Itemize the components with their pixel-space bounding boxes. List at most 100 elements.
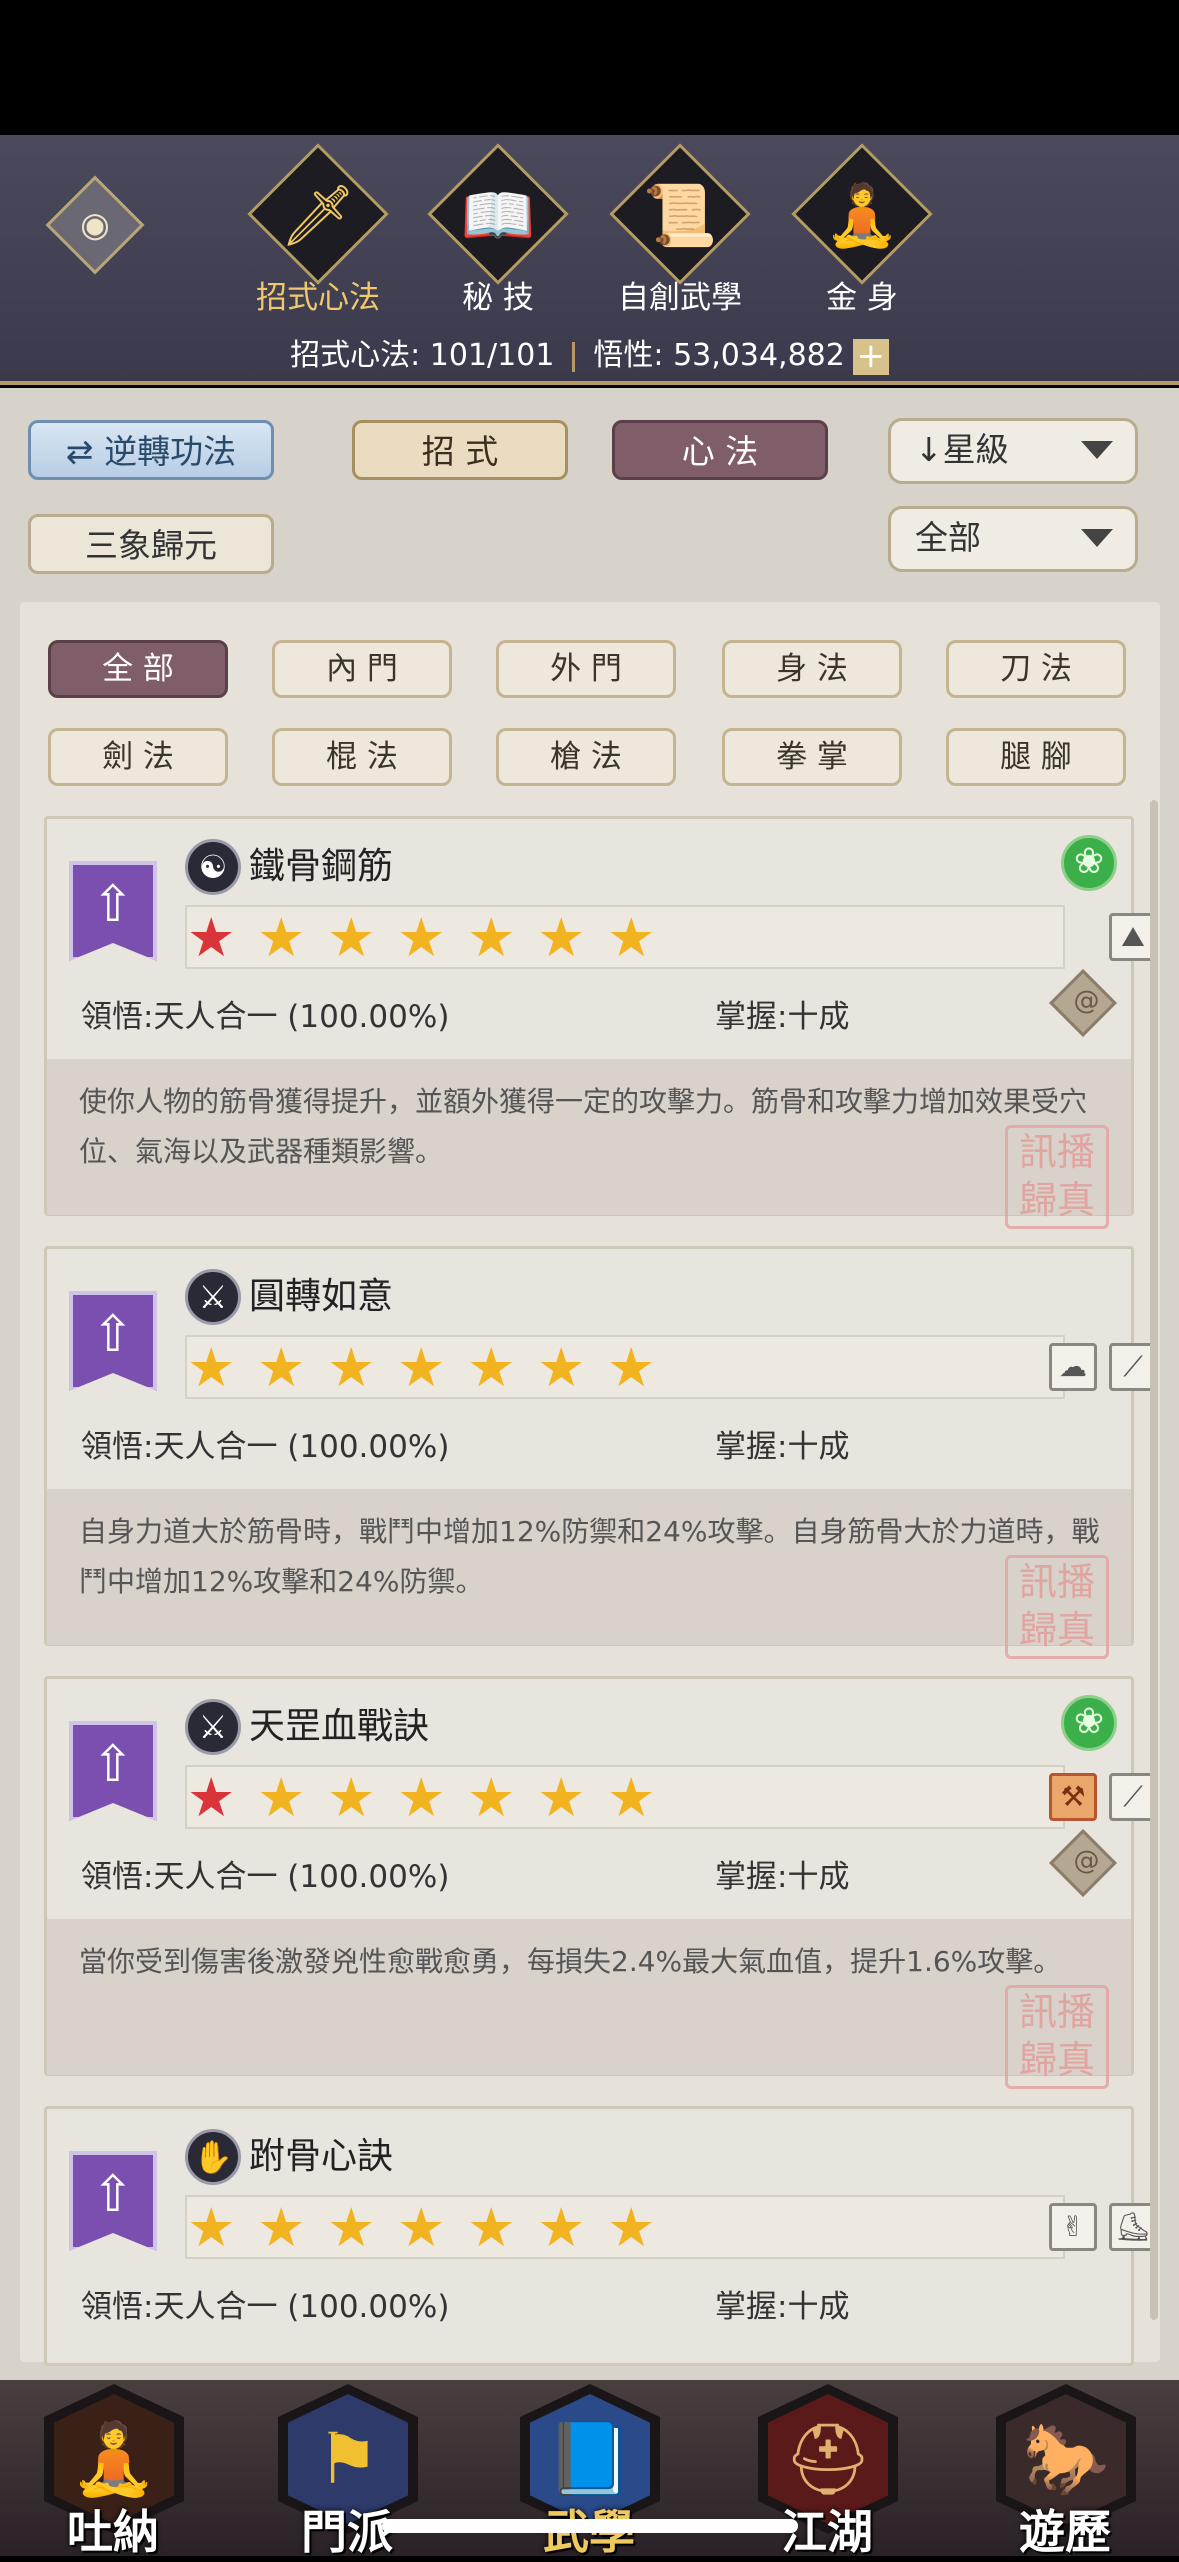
insight-points: 悟性: 53,034,882: [593, 338, 845, 373]
star-icon: ★: [467, 2196, 516, 2259]
star-icon: ★: [467, 906, 516, 969]
cycle-icon[interactable]: ❀: [1061, 835, 1117, 891]
spear-icon: ⚔: [185, 1269, 241, 1325]
reverse-label: 逆轉功法: [104, 432, 237, 471]
chevron-down-icon: [1081, 529, 1113, 547]
upgrade-banner[interactable]: ⇧: [69, 1721, 157, 1821]
insight-text: 領悟:天人合一 (100.00%): [81, 999, 450, 1035]
filter-all[interactable]: 全 部: [48, 640, 228, 698]
insight-text: 領悟:天人合一 (100.00%): [81, 1859, 450, 1895]
progress-count: 招式心法: 101/101: [290, 338, 555, 373]
divider: [572, 341, 576, 372]
tab-golden-body[interactable]: 🧘 金 身: [790, 143, 933, 322]
filter-outer[interactable]: 外 門: [496, 640, 676, 698]
skill-card[interactable]: ⇧ ⚔ 天罡血戰訣 ❀ ★ ★ ★ ★ ★ ★ ★ ⚒ ⟋ 領悟:天人合一 (1…: [44, 1676, 1157, 2089]
arrow-up-icon: ⇧: [92, 2165, 134, 2223]
mastery-text: 掌握:十成: [715, 2289, 850, 2325]
skill-name: 跗骨心訣: [249, 2136, 394, 2177]
tab-self-created[interactable]: 📜 自創武學: [608, 143, 751, 322]
book-icon: 📖: [460, 181, 536, 251]
filter-leg[interactable]: 腿 腳: [946, 728, 1126, 786]
chevron-down-icon: [1081, 441, 1113, 459]
star-icon: ★: [537, 1336, 586, 1399]
filter-spear[interactable]: 槍 法: [496, 728, 676, 786]
filter-blade[interactable]: 刀 法: [946, 640, 1126, 698]
upgrade-banner[interactable]: ⇧: [69, 861, 157, 961]
nav-label: 吐納: [67, 2505, 159, 2559]
tab-mind[interactable]: 心 法: [612, 420, 828, 480]
category-label: 全部: [915, 518, 981, 557]
seal-stamp: 訊播 歸真: [1005, 1555, 1109, 1659]
skill-description: 使你人物的筋骨獲得提升，並額外獲得一定的攻擊力。筋骨和攻擊力增加效果受穴位、氣海…: [79, 1085, 1088, 1168]
nav-label: 遊歷: [1019, 2505, 1111, 2559]
star-rating: ★ ★ ★ ★ ★ ★ ★ ⚒ ⟋: [185, 1765, 1157, 1829]
star-icon: ★: [607, 2196, 656, 2259]
arrow-up-icon: ⇧: [92, 875, 134, 933]
sort-label: ↓星級: [915, 430, 1009, 469]
arrow-up-icon: ⇧: [92, 1735, 134, 1793]
star-icon: ★: [327, 1336, 376, 1399]
seal-stamp: 訊播 歸真: [1005, 1125, 1109, 1229]
insight-text: 領悟:天人合一 (100.00%): [81, 1429, 450, 1465]
tab-label: 秘 技: [462, 280, 534, 316]
tab-moves-mind[interactable]: 🗡 招式心法: [246, 143, 389, 322]
star-icon: ★: [397, 1336, 446, 1399]
upgrade-banner[interactable]: ⇧: [69, 2151, 157, 2251]
swirl-type-icon[interactable]: ☁: [1049, 1343, 1097, 1391]
sword-icon: 🗡: [279, 181, 357, 251]
filter-inner[interactable]: 內 門: [272, 640, 452, 698]
preset-button[interactable]: 三象歸元: [28, 514, 274, 574]
arrow-up-icon: ⇧: [92, 1305, 134, 1363]
star-icon: ★: [537, 2196, 586, 2259]
skill-description: 自身力道大於筋骨時，戰鬥中增加12%防禦和24%攻擊。自身筋骨大於力道時，戰鬥中…: [79, 1515, 1100, 1598]
add-insight-button[interactable]: +: [852, 338, 889, 375]
tab-secret-skill[interactable]: 📖 秘 技: [426, 143, 569, 322]
tab-label: 招式心法: [256, 280, 380, 316]
claw-type-icon[interactable]: ✌: [1049, 2203, 1097, 2251]
mastery-text: 掌握:十成: [715, 1859, 850, 1895]
mastery-text: 掌握:十成: [715, 1429, 850, 1465]
skill-card[interactable]: ⇧ ⚔ 圓轉如意 ★ ★ ★ ★ ★ ★ ★ ☁ ⟋ 領悟:天人合一 (100.…: [44, 1246, 1157, 1659]
category-dropdown[interactable]: 全部: [888, 506, 1138, 572]
claw-icon: ✋: [185, 2129, 241, 2185]
stats-row: 招式心法: 101/101 悟性: 53,034,882 +: [0, 330, 1179, 375]
sort-dropdown[interactable]: ↓星級: [888, 418, 1138, 484]
home-indicator[interactable]: [382, 2519, 798, 2533]
star-icon: ★: [607, 1336, 656, 1399]
spiral-icon[interactable]: @: [1049, 1829, 1117, 1897]
star-icon: ★: [187, 1766, 236, 1829]
tab-moves[interactable]: 招 式: [352, 420, 568, 480]
blade-type-icon[interactable]: ⚒: [1049, 1773, 1097, 1821]
swap-icon: ⇄: [65, 432, 105, 471]
star-icon: ★: [327, 906, 376, 969]
cycle-icon[interactable]: ❀: [1061, 1695, 1117, 1751]
skill-name: 鐵骨鋼筋: [249, 846, 394, 887]
filter-fist[interactable]: 拳 掌: [722, 728, 902, 786]
star-icon: ★: [537, 1766, 586, 1829]
filter-staff[interactable]: 棍 法: [272, 728, 452, 786]
star-rating: ★ ★ ★ ★ ★ ★ ★ ✌ ⛸: [185, 2195, 1157, 2259]
star-icon: ★: [397, 2196, 446, 2259]
upgrade-banner[interactable]: ⇧: [69, 1291, 157, 1391]
skill-card[interactable]: ⇧ ☯ 鐵骨鋼筋 ❀ ★ ★ ★ ★ ★ ★ ★ ⛰ 領悟:天人合一 (100.…: [44, 816, 1157, 1229]
moves-label: 招 式: [421, 432, 499, 471]
scrollbar[interactable]: [1150, 800, 1158, 2320]
spear-icon: ⚔: [185, 1699, 241, 1755]
skill-card[interactable]: ⇧ ✋ 跗骨心訣 ★ ★ ★ ★ ★ ★ ★ ✌ ⛸ 領悟:天人合一 (100.…: [44, 2106, 1157, 2366]
star-icon: ★: [187, 2196, 236, 2259]
seal-stamp: 訊播 歸真: [1005, 1985, 1109, 2089]
nav-travel[interactable]: 🐎 遊歷: [990, 2380, 1140, 2559]
spiral-icon[interactable]: @: [1049, 969, 1117, 1037]
filter-movement[interactable]: 身 法: [722, 640, 902, 698]
filter-sword[interactable]: 劍 法: [48, 728, 228, 786]
star-icon: ★: [397, 906, 446, 969]
scroll-icon: 📜: [642, 181, 718, 251]
status-bar-area: [0, 0, 1179, 135]
skill-name: 圓轉如意: [249, 1276, 394, 1317]
insight-text: 領悟:天人合一 (100.00%): [81, 2289, 450, 2325]
skill-description: 當你受到傷害後激發兇性愈戰愈勇，每損失2.4%最大氣血值，提升1.6%攻擊。: [79, 1945, 1062, 1978]
nav-breathing[interactable]: 🧘 吐納: [38, 2380, 188, 2559]
tab-label: 金 身: [826, 280, 898, 316]
star-icon: ★: [257, 1766, 306, 1829]
reverse-skill-button[interactable]: ⇄ 逆轉功法: [28, 420, 274, 480]
